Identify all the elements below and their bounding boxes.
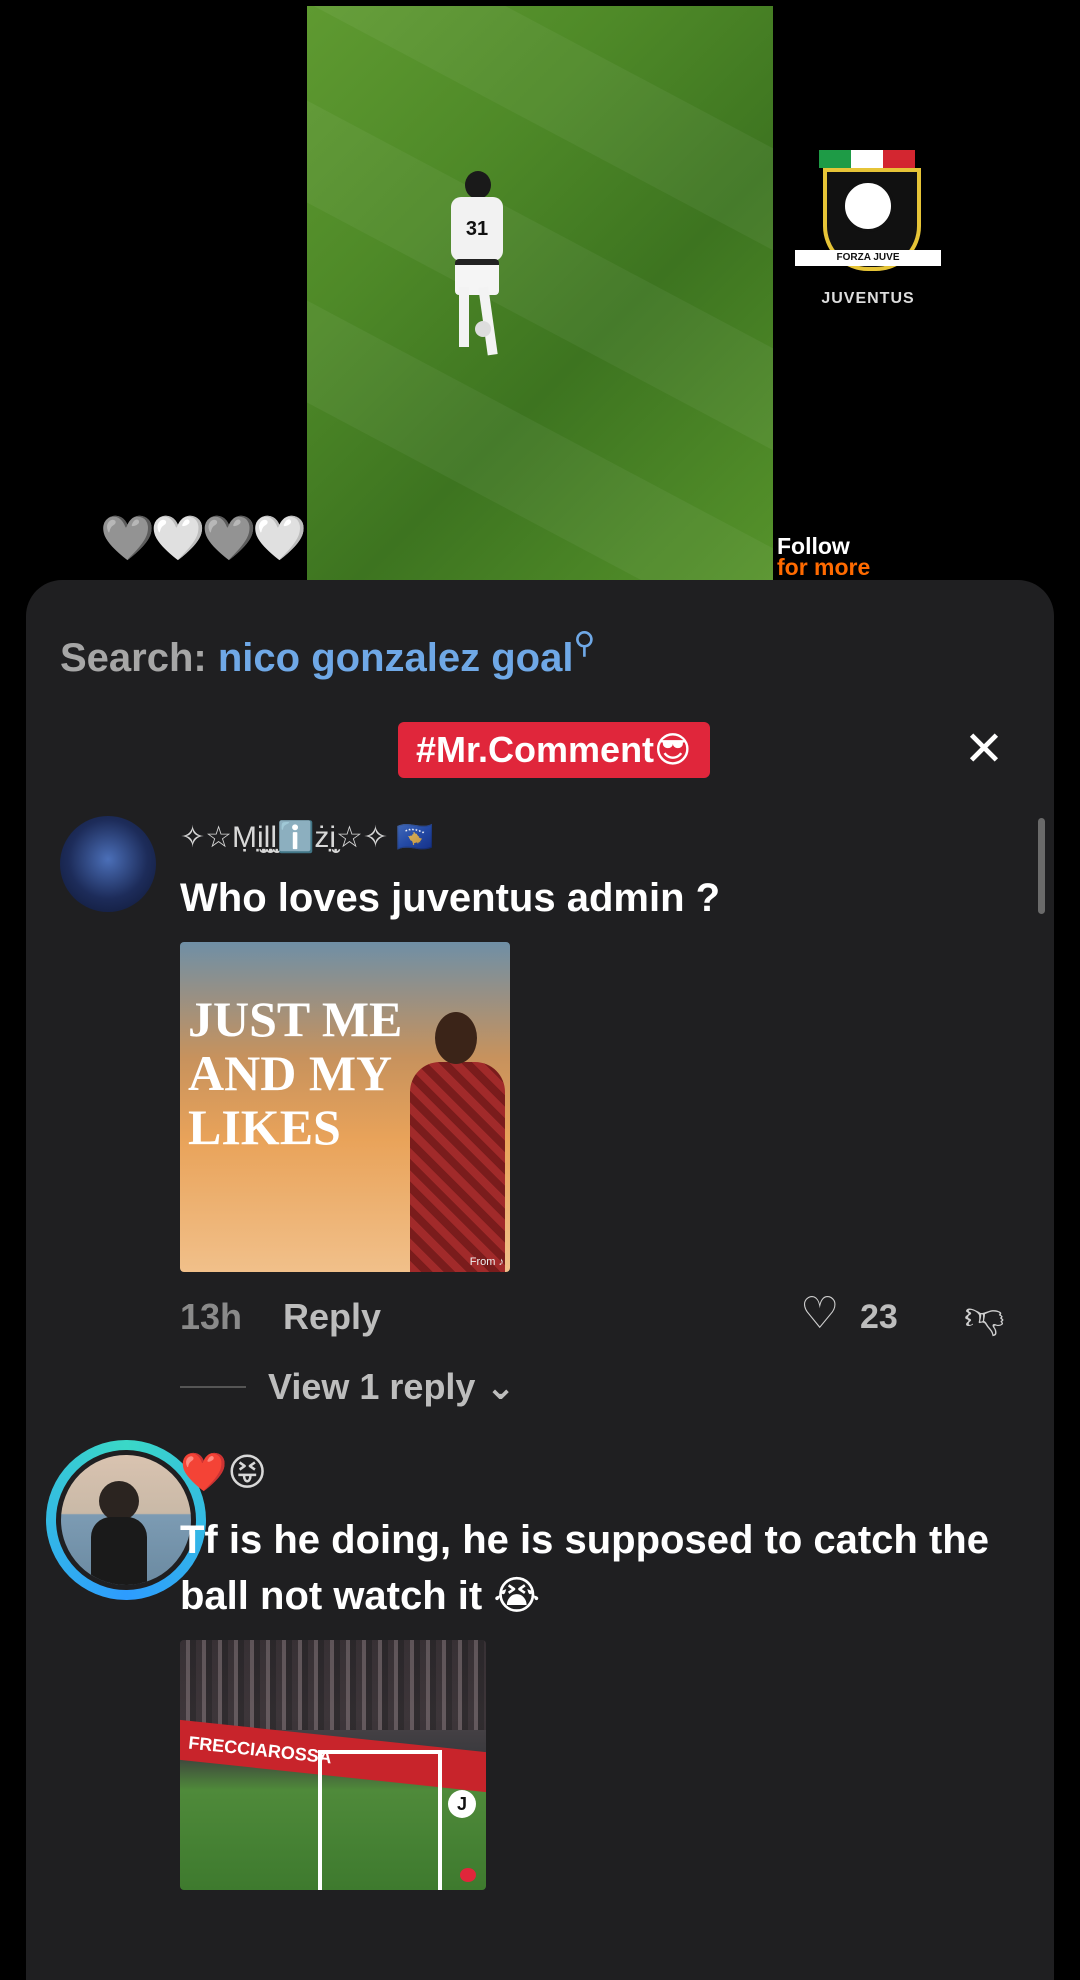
flag-green	[819, 150, 851, 168]
football	[475, 321, 491, 337]
juventus-logo-icon: J	[448, 1790, 476, 1818]
flag-white	[851, 150, 883, 168]
heart-icon	[460, 1868, 476, 1882]
comment-username[interactable]: ✧☆Ṃi̤̮l̤̮l̤̮ℹ️żi̤̮☆✧ 🇽🇰	[180, 820, 434, 855]
image-source: From ♪	[469, 1256, 504, 1268]
comment-username[interactable]: ❤️😝	[180, 1450, 267, 1495]
video-player[interactable]: 31	[307, 6, 773, 580]
player-head	[465, 171, 491, 199]
logo-ball-icon	[842, 180, 894, 232]
player-jersey-number: 31	[451, 197, 503, 261]
club-logo: FORZA JUVE JUVENTUS	[795, 150, 941, 320]
reply-button[interactable]: Reply	[283, 1296, 381, 1338]
search-label: Search:	[60, 636, 207, 680]
image-figure-head	[435, 1012, 477, 1064]
magnifier-icon[interactable]: ⚲	[573, 627, 595, 660]
like-count: 23	[860, 1298, 898, 1336]
follow-prompt: Follow for more	[777, 535, 871, 580]
italian-flag	[819, 150, 915, 168]
avatar[interactable]	[56, 1450, 196, 1590]
player-figure: 31	[445, 171, 509, 371]
dislike-icon[interactable]: 👎︎	[964, 1292, 1005, 1340]
avatar-body	[91, 1517, 147, 1585]
comment-image[interactable]: FRECCIAROSSA J	[180, 1640, 486, 1890]
comment-text: Tf is he doing, he is supposed to catch …	[180, 1518, 989, 1618]
logo-ribbon: FORZA JUVE	[795, 250, 941, 266]
image-goal	[318, 1750, 442, 1890]
avatar-head	[99, 1481, 139, 1521]
search-suggestion[interactable]: Search: nico gonzalez goal⚲	[60, 626, 595, 681]
follow-line2: for more	[777, 554, 871, 580]
image-crowd	[180, 1640, 486, 1730]
image-figure	[410, 1062, 505, 1272]
mr-comment-tag: #Mr.Comment😎	[398, 722, 710, 778]
heart-outline-icon[interactable]: ♡	[800, 1288, 839, 1339]
comments-panel: Search: nico gonzalez goal⚲ #Mr.Comment😎…	[26, 580, 1054, 1980]
comment-text: Who loves juventus admin ?	[180, 876, 721, 920]
search-query[interactable]: nico gonzalez goal	[218, 636, 574, 680]
comment-image[interactable]: JUST ME AND MY LIKES From ♪	[180, 942, 510, 1272]
logo-caption: JUVENTUS	[821, 290, 915, 307]
reply-divider	[180, 1386, 246, 1388]
player-leg	[459, 287, 469, 347]
comment-time: 13h	[180, 1296, 243, 1337]
view-replies-button[interactable]: View 1 reply ⌄	[268, 1366, 516, 1408]
scrollbar[interactable]	[1038, 818, 1045, 914]
hearts-emoji: 🩶🤍🩶🤍	[100, 514, 307, 563]
avatar[interactable]	[60, 816, 156, 912]
flag-red	[883, 150, 915, 168]
image-caption: JUST ME AND MY LIKES	[188, 991, 403, 1155]
close-icon[interactable]: ✕	[960, 726, 1008, 776]
